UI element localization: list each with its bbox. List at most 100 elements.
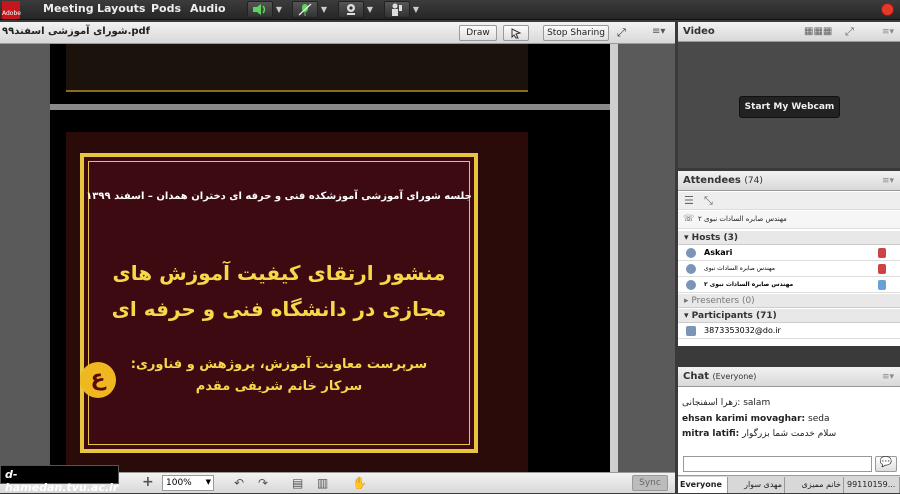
hosts-section[interactable]: ▾ Hosts (3)	[678, 231, 900, 245]
vertical-scrollbar[interactable]	[610, 44, 618, 484]
page-icon[interactable]: ▤	[292, 476, 303, 490]
close-icon[interactable]	[881, 3, 894, 16]
attendees-pod-header: Attendees (74) ≡▾	[678, 171, 900, 191]
watermark-text: d-hamedan.tvu.ac.ir	[0, 465, 119, 494]
draw-button[interactable]: Draw	[459, 25, 497, 41]
zoom-in-icon[interactable]: +	[142, 474, 154, 490]
pointer-button[interactable]	[503, 25, 529, 41]
tab-private-chat[interactable]: مهدی سوار	[729, 477, 785, 493]
fullscreen-icon[interactable]: ⤢	[845, 25, 854, 39]
slide-page: جلسه شورای آموزشی آموزشکده فنی و حرفه ای…	[66, 132, 528, 480]
participants-section[interactable]: ▾ Participants (71)	[678, 309, 900, 323]
active-speaker-row: ☏ مهندس صابره السادات نبوی ۲	[678, 211, 900, 229]
video-pod-menu-icon[interactable]: ≡▾	[882, 27, 894, 37]
slide-title-line1: منشور ارتقای کیفیت آموزش های	[112, 261, 446, 285]
presenters-section[interactable]: ▸ Presenters (0)	[678, 294, 900, 308]
user-icon	[686, 326, 696, 336]
microphone-button[interactable]	[292, 1, 318, 18]
menu-layouts[interactable]: Layouts	[97, 2, 145, 15]
chat-pod-header: Chat (Everyone) ≡▾	[678, 367, 900, 387]
menu-pods[interactable]: Pods	[151, 2, 181, 15]
hand-tool-icon[interactable]: ✋	[352, 476, 367, 490]
chat-tabs: Everyone مهدی سوار خانم ممیزی 99110159..…	[678, 475, 900, 493]
menu-audio[interactable]: Audio	[190, 2, 226, 15]
webcam-caret-icon[interactable]: ▼	[364, 1, 376, 18]
chat-message: ehsan karimi movaghar: seda	[682, 414, 829, 424]
list-item[interactable]: 3873353032@do.ir	[678, 324, 900, 339]
list-item[interactable]: مهندس صابره السادات نبوی	[678, 262, 900, 277]
chat-title-text: Chat	[683, 371, 709, 382]
chat-text: seda	[808, 414, 830, 424]
undo-icon[interactable]: ↶	[234, 476, 244, 490]
redo-icon[interactable]: ↷	[258, 476, 268, 490]
sync-button[interactable]: Sync	[632, 475, 668, 491]
send-message-button[interactable]: 💬	[875, 456, 897, 472]
hosts-label: Hosts (3)	[691, 233, 739, 243]
stop-sharing-button[interactable]: Stop Sharing	[543, 25, 609, 41]
chat-pod: Chat (Everyone) ≡▾ زهرا اسفنجانی: salam …	[678, 367, 900, 475]
chat-menu-icon[interactable]: ≡▾	[882, 372, 894, 382]
speaker-icon	[253, 4, 266, 15]
university-logo: ع	[80, 362, 116, 398]
slide-header-line: جلسه شورای آموزشی آموزشکده فنی و حرفه ای…	[86, 191, 472, 202]
user-icon	[686, 248, 696, 258]
slide-title-line2: مجازی در دانشگاه فنی و حرفه ای	[111, 297, 447, 321]
menu-meeting[interactable]: Meeting	[43, 2, 94, 15]
fullscreen-icon[interactable]: ⤢	[617, 26, 626, 40]
two-page-icon[interactable]: ▥	[317, 476, 328, 490]
document-viewer[interactable]: جلسه شورای آموزشی آموزشکده فنی و حرفه ای…	[50, 44, 610, 484]
webcam-button[interactable]	[338, 1, 364, 18]
tab-private-chat[interactable]: خانم ممیزی	[786, 477, 844, 493]
user-icon	[686, 264, 696, 274]
video-pod-header: Video ▦▦▦ ⤢ ≡▾	[678, 22, 900, 42]
host-name: مهندس صابره السادات نبوی ۲	[704, 281, 794, 288]
share-pod-header: شورای آموزشی اسفند۹۹.pdf Draw Stop Shari…	[0, 22, 675, 44]
chat-bubble-icon: 💬	[879, 457, 893, 468]
pod-menu-icon[interactable]: ≡▾	[652, 26, 665, 37]
breakout-icon[interactable]: ⤡	[704, 194, 713, 208]
pointer-icon	[511, 28, 522, 39]
chat-text: سلام خدمت شما بزرگوار	[742, 429, 837, 439]
microphone-icon	[298, 3, 312, 16]
top-toolbar: Adobe Meeting Layouts Pods Audio ▼ ▼ ▼ ▼	[0, 0, 900, 20]
raise-hand-caret-icon[interactable]: ▼	[410, 1, 422, 18]
share-pod: شورای آموزشی اسفند۹۹.pdf Draw Stop Shari…	[0, 22, 675, 493]
speaker-button[interactable]	[247, 1, 273, 18]
video-pod-title: Video	[683, 26, 715, 37]
tab-everyone[interactable]: Everyone	[678, 477, 728, 493]
start-webcam-button[interactable]: Start My Webcam	[739, 96, 840, 118]
adobe-logo: Adobe	[2, 1, 21, 19]
speaker-caret-icon[interactable]: ▼	[273, 1, 285, 18]
host-name: Askari	[704, 248, 733, 257]
zoom-select[interactable]: 100% ▼	[162, 475, 214, 491]
layout-grid-icon[interactable]: ▦▦▦	[804, 26, 832, 37]
raise-hand-button[interactable]	[384, 1, 410, 18]
share-pod-title: شورای آموزشی اسفند۹۹.pdf	[2, 26, 151, 37]
list-item[interactable]: Askari	[678, 246, 900, 261]
attendees-toolbar: ☰ ⤡	[678, 192, 900, 210]
attendees-count: (74)	[744, 176, 763, 186]
mic-off-icon	[878, 264, 886, 274]
chat-text: salam	[743, 398, 771, 408]
chat-sender: mitra latifi:	[682, 429, 740, 439]
user-icon	[686, 280, 696, 290]
mic-off-icon	[878, 248, 886, 258]
zoom-caret-icon: ▼	[205, 478, 211, 486]
chat-sender: زهرا اسفنجانی:	[682, 398, 741, 408]
list-item[interactable]: مهندس صابره السادات نبوی ۲	[678, 278, 900, 293]
tab-private-chat[interactable]: 99110159...	[845, 477, 900, 493]
slide-subtitle2: سرکار خانم شریفی مقدم	[195, 379, 363, 394]
participants-label: Participants (71)	[691, 311, 777, 321]
host-name: مهندس صابره السادات نبوی	[704, 265, 775, 272]
presenters-label: Presenters (0)	[691, 296, 755, 306]
chat-message: mitra latifi: سلام خدمت شما بزرگوار	[682, 429, 836, 439]
microphone-caret-icon[interactable]: ▼	[318, 1, 330, 18]
chat-input[interactable]	[683, 456, 872, 472]
attendees-title-text: Attendees	[683, 175, 741, 186]
video-pod: Video ▦▦▦ ⤢ ≡▾ Start My Webcam	[678, 22, 900, 168]
slide-frame: جلسه شورای آموزشی آموزشکده فنی و حرفه ای…	[80, 153, 478, 453]
webcam-icon	[347, 4, 355, 15]
list-view-icon[interactable]: ☰	[684, 194, 694, 207]
attendees-menu-icon[interactable]: ≡▾	[882, 176, 894, 186]
attendees-pod-title: Attendees (74)	[683, 175, 763, 186]
